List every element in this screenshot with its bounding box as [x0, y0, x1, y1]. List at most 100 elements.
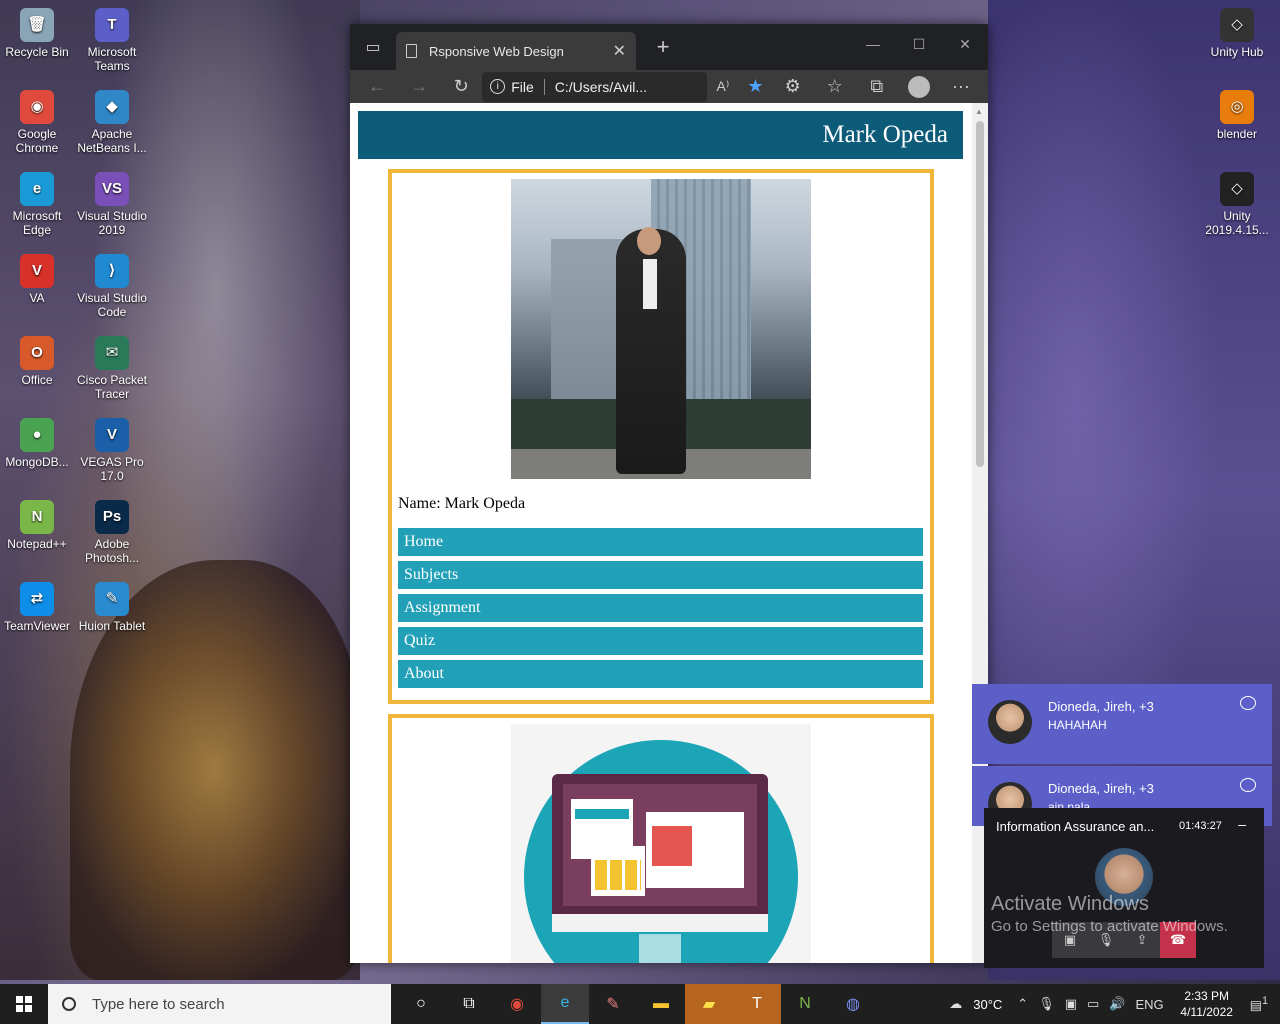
close-window-button[interactable]: ✕ [942, 24, 988, 64]
new-tab-button[interactable]: + [648, 34, 678, 60]
search-placeholder: Type here to search [92, 995, 225, 1013]
app-icon: Ps [95, 500, 129, 534]
desktop-icon-label: Visual Studio 2019 [77, 209, 147, 237]
tab-title: Rsponsive Web Design [429, 43, 564, 59]
desktop-icon-label: Unity Hub [1210, 45, 1264, 59]
close-tab-icon[interactable]: ✕ [613, 41, 626, 61]
notification-count: 1 [1261, 994, 1268, 1007]
network-icon[interactable]: ▭ [1087, 996, 1099, 1012]
desktop-icon[interactable]: N Notepad++ [0, 500, 74, 551]
app-icon: ◉ [20, 90, 54, 124]
cortana-icon[interactable]: ○ [397, 984, 445, 1024]
app-icon: e [20, 172, 54, 206]
nav-item-quiz[interactable]: Quiz [398, 627, 923, 655]
profile-name: Name: Mark Opeda [398, 495, 526, 512]
sticky-notes-icon[interactable]: ▰ [685, 984, 733, 1024]
browser-tab[interactable]: Rsponsive Web Design ✕ [396, 32, 636, 70]
desktop-icon-label: MongoDB... [5, 455, 69, 469]
profile-icon[interactable] [898, 70, 940, 103]
app-icon: V [20, 254, 54, 288]
page-content: Mark Opeda Name: Mark Opeda Home Subjects… [350, 103, 972, 963]
forward-button[interactable]: → [398, 70, 440, 103]
address-bar[interactable]: i File C:/Users/Avil... [482, 71, 707, 102]
favorites-icon[interactable]: ☆ [814, 70, 856, 103]
desktop-icon[interactable]: e Microsoft Edge [0, 172, 74, 237]
meet-icon[interactable]: ▣ [1065, 996, 1077, 1012]
app-icon: ◇ [1220, 172, 1254, 206]
address-scheme: File [511, 78, 534, 95]
refresh-button[interactable]: ↻ [440, 70, 482, 103]
web-design-card [388, 714, 934, 963]
desktop-icon[interactable]: V VA [0, 254, 74, 305]
scroll-thumb[interactable] [976, 121, 984, 467]
desktop-icon[interactable]: V VEGAS Pro 17.0 [75, 418, 149, 483]
paint-icon[interactable]: ✎ [589, 984, 637, 1024]
volume-icon[interactable]: 🔊 [1109, 996, 1125, 1012]
desktop-icon[interactable]: Ps Adobe Photosh... [75, 500, 149, 565]
page-icon [406, 44, 417, 58]
extensions-icon[interactable]: ⚙ [772, 70, 814, 103]
microphone-icon[interactable]: 🎙 [1038, 996, 1055, 1012]
desktop-icon[interactable]: ● MongoDB... [0, 418, 74, 469]
tab-actions-icon[interactable]: ▭ [350, 24, 396, 70]
scroll-up-icon[interactable]: ▲ [975, 107, 983, 116]
teams-call-window[interactable]: Information Assurance an... 01:43:27 – ▣… [984, 808, 1264, 968]
chevron-up-icon[interactable]: ⌃ [1017, 996, 1028, 1012]
desktop-icon[interactable]: VS Visual Studio 2019 [75, 172, 149, 237]
app-icon: ◎ [1220, 90, 1254, 124]
teams-icon[interactable]: T [733, 984, 781, 1024]
desktop-icon-label: Microsoft Teams [87, 45, 137, 73]
desktop-icon-label: Adobe Photosh... [84, 537, 140, 565]
desktop-icon-label: VA [29, 291, 45, 305]
desktop-icon[interactable]: ⇄ TeamViewer [0, 582, 74, 633]
desktop-icon[interactable]: O Office [0, 336, 74, 387]
desktop-icon-label: Cisco Packet Tracer [76, 373, 148, 401]
teams-notification[interactable]: Dioneda, Jireh, +3 HAHAHAH [972, 684, 1272, 764]
watermark-title: Activate Windows [991, 893, 1149, 915]
edge-icon[interactable]: e [541, 984, 589, 1024]
nav-item-home[interactable]: Home [398, 528, 923, 556]
temperature[interactable]: 30°C [973, 997, 1002, 1012]
desktop-icon[interactable]: T Microsoft Teams [75, 8, 149, 73]
minimize-button[interactable]: — [850, 24, 896, 64]
weather-icon[interactable]: ☁ [949, 996, 962, 1012]
desktop-icon[interactable]: ⟩ Visual Studio Code [75, 254, 149, 319]
app-icon: ✎ [95, 582, 129, 616]
notification-center-icon[interactable]: ▤1 [1250, 995, 1268, 1013]
discord-icon[interactable]: ◍ [829, 984, 877, 1024]
maximize-button[interactable]: ☐ [896, 24, 942, 64]
chat-icon[interactable] [1240, 696, 1256, 710]
back-button[interactable]: ← [356, 70, 398, 103]
collections-icon[interactable]: ⧉ [856, 70, 898, 103]
chrome-icon[interactable]: ◉ [493, 984, 541, 1024]
clock[interactable]: 2:33 PM 4/11/2022 [1169, 988, 1245, 1020]
desktop-icon[interactable]: ✉ Cisco Packet Tracer [75, 336, 149, 401]
avatar [988, 700, 1032, 744]
file-explorer-icon[interactable]: ▬ [637, 984, 685, 1024]
start-button[interactable] [0, 984, 48, 1024]
chat-icon[interactable] [1240, 778, 1256, 792]
desktop-icon[interactable]: ✎ Huion Tablet [75, 582, 149, 633]
minimize-call-button[interactable]: – [1238, 816, 1246, 832]
desktop-icon[interactable]: ◇ Unity Hub [1200, 8, 1274, 59]
read-aloud-icon[interactable]: A⁾ [707, 70, 740, 103]
nav-item-assignment[interactable]: Assignment [398, 594, 923, 622]
desktop-icon[interactable]: ◇ Unity 2019.4.15... [1200, 172, 1274, 237]
address-path: C:/Users/Avil... [554, 78, 648, 95]
desktop-icon[interactable]: ◆ Apache NetBeans I... [75, 90, 149, 155]
desktop-icon[interactable]: ◎ blender [1200, 90, 1274, 141]
nav-item-about[interactable]: About [398, 660, 923, 688]
task-view-icon[interactable]: ⧉ [445, 984, 493, 1024]
desktop-icon[interactable]: ◉ Google Chrome [0, 90, 74, 155]
taskbar-search[interactable]: Type here to search [48, 984, 391, 1024]
language-indicator[interactable]: ENG [1136, 997, 1164, 1012]
nav-item-subjects[interactable]: Subjects [398, 561, 923, 589]
info-icon[interactable]: i [490, 79, 506, 94]
desktop-icon[interactable]: 🗑 Recycle Bin [0, 8, 74, 59]
app-icon: ✉ [95, 336, 129, 370]
more-icon[interactable]: ··· [940, 70, 982, 103]
profile-card: Name: Mark Opeda Home Subjects Assignment Q… [388, 169, 934, 704]
favorite-star-icon[interactable]: ★ [739, 70, 772, 103]
app-icon: N [20, 500, 54, 534]
notepad-plus-icon[interactable]: N [781, 984, 829, 1024]
